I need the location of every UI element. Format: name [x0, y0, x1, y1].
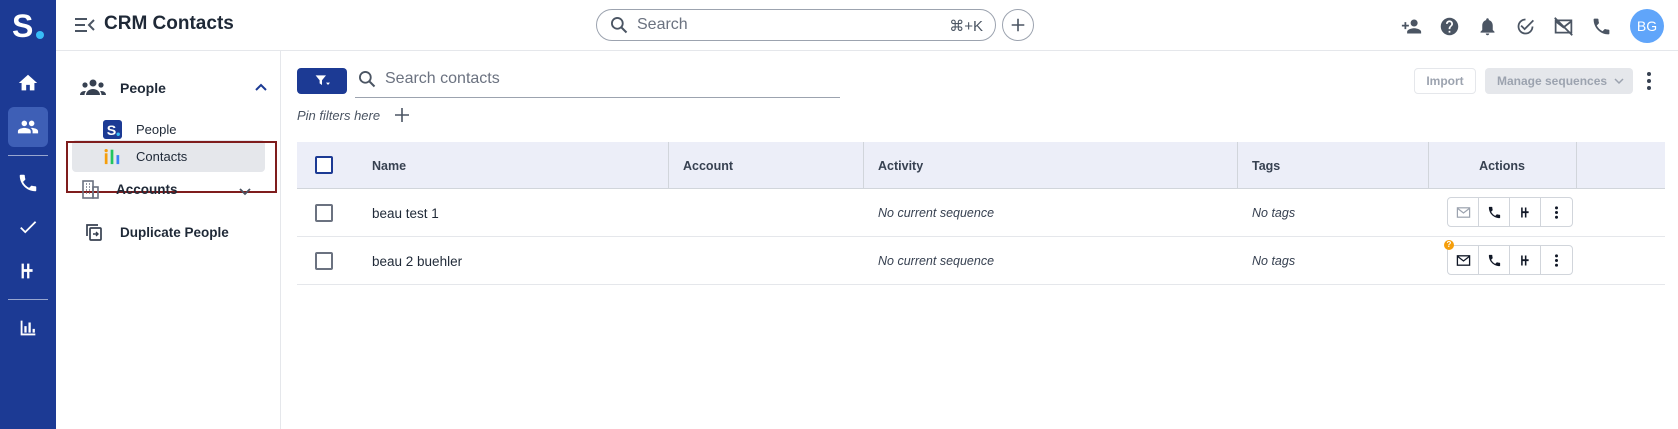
user-avatar[interactable]: BG: [1630, 9, 1664, 43]
people-icon[interactable]: [8, 107, 48, 147]
global-search-input[interactable]: Search ⌘+K: [596, 9, 996, 41]
sidebar-item-label: People: [136, 121, 177, 137]
row-checkbox[interactable]: [315, 252, 333, 270]
nav-group-people[interactable]: People: [80, 73, 270, 103]
row-more-button[interactable]: [1541, 198, 1572, 226]
contacts-table: Name Account Activity Tags Actions beau …: [297, 142, 1665, 285]
column-header-activity[interactable]: Activity: [878, 142, 923, 189]
mail-icon: [1456, 254, 1470, 266]
email-button[interactable]: [1448, 198, 1479, 226]
sequences-icon: [1520, 255, 1529, 265]
check-icon[interactable]: [8, 207, 48, 247]
pin-filters-row: Pin filters here: [297, 106, 410, 124]
app-logo[interactable]: S: [12, 6, 46, 46]
chevron-up-icon[interactable]: [252, 79, 270, 97]
duplicate-icon: [86, 224, 102, 241]
sidebar-item-label: Duplicate People: [120, 224, 229, 240]
filter-icon: [315, 75, 330, 85]
contact-tags: No tags: [1252, 206, 1296, 220]
column-divider: [668, 142, 669, 189]
row-checkbox[interactable]: [315, 204, 333, 222]
more-options-icon[interactable]: [1644, 69, 1654, 93]
svg-text:S: S: [106, 123, 116, 139]
contact-name[interactable]: beau 2 buehler: [372, 237, 462, 285]
contact-search-input[interactable]: Search contacts: [355, 63, 840, 98]
more-options-icon: [1555, 253, 1558, 267]
rail-divider: [8, 155, 48, 156]
nav-group-accounts-label: Accounts: [116, 181, 178, 197]
analytics-icon[interactable]: [8, 308, 48, 348]
contact-search-placeholder: Search contacts: [385, 70, 500, 87]
column-header-tags[interactable]: Tags: [1252, 142, 1280, 189]
help-icon[interactable]: [1438, 15, 1461, 38]
add-people-icon[interactable]: [1400, 15, 1423, 38]
search-placeholder: Search: [637, 16, 688, 33]
sequences-icon[interactable]: [8, 251, 48, 291]
sidebar-item-duplicate-people[interactable]: Duplicate People: [84, 217, 274, 247]
salesloft-logo-icon: S: [102, 119, 122, 139]
manage-sequences-button[interactable]: Manage sequences: [1485, 68, 1633, 94]
rail-divider: [8, 299, 48, 300]
logo-dot: [36, 31, 44, 39]
contact-tags: No tags: [1252, 254, 1296, 268]
pin-filters-label: Pin filters here: [297, 107, 381, 123]
contact-activity: No current sequence: [878, 206, 995, 220]
search-icon: [611, 17, 628, 34]
top-icons: BG: [1400, 8, 1664, 44]
search-shortcut: ⌘+K: [949, 18, 983, 35]
row-actions: [1447, 197, 1573, 227]
add-to-sequence-button[interactable]: [1510, 198, 1541, 226]
main-content: Search contacts Import Manage sequences …: [282, 51, 1678, 429]
email-button[interactable]: ?: [1444, 240, 1479, 274]
column-divider: [1576, 142, 1577, 189]
mail-icon: [1456, 206, 1470, 218]
bell-icon[interactable]: [1476, 15, 1499, 38]
column-header-actions: Actions: [1479, 158, 1525, 173]
column-header-account[interactable]: Account: [683, 142, 733, 189]
add-to-sequence-button[interactable]: [1510, 246, 1541, 274]
app-root: S CRM Contacts Search ⌘+K BG People S Pe…: [0, 0, 1678, 429]
call-button[interactable]: [1479, 198, 1510, 226]
column-divider: [863, 142, 864, 189]
phone-icon: [1488, 254, 1500, 266]
warning-badge: ?: [1444, 240, 1454, 250]
task-check-icon[interactable]: [1514, 15, 1537, 38]
contact-name[interactable]: beau test 1: [372, 189, 439, 237]
phone-icon: [1488, 206, 1500, 218]
dialer-phone-icon[interactable]: [1590, 15, 1613, 38]
page-title: CRM Contacts: [104, 13, 234, 34]
secondary-nav: People S People Contacts Accounts Duplic…: [56, 51, 281, 429]
phone-icon[interactable]: [8, 163, 48, 203]
plus-icon: [1011, 18, 1025, 32]
collapse-menu-icon[interactable]: [74, 15, 96, 35]
contact-activity: No current sequence: [878, 254, 995, 268]
search-icon: [359, 71, 376, 88]
top-bar: CRM Contacts Search ⌘+K BG: [56, 0, 1678, 51]
left-rail: S: [0, 0, 56, 429]
table-row[interactable]: beau test 1 No current sequence No tags: [297, 189, 1665, 237]
logo-letter: S: [12, 8, 34, 44]
row-actions: ?: [1444, 240, 1573, 275]
column-divider: [1237, 142, 1238, 189]
mail-off-icon[interactable]: [1552, 15, 1575, 38]
chevron-down-icon[interactable]: [236, 182, 254, 200]
people-group-icon: [80, 79, 106, 95]
nav-group-people-label: People: [120, 80, 166, 96]
table-row[interactable]: beau 2 buehler No current sequence No ta…: [297, 237, 1665, 285]
building-icon: [82, 180, 99, 199]
row-more-button[interactable]: [1541, 246, 1572, 274]
select-all-checkbox[interactable]: [315, 156, 333, 174]
filter-button[interactable]: [297, 68, 347, 94]
column-header-name[interactable]: Name: [372, 142, 406, 189]
chevron-down-icon: [1614, 78, 1624, 85]
table-header: Name Account Activity Tags Actions: [297, 142, 1665, 189]
import-button[interactable]: Import: [1414, 68, 1476, 94]
add-filter-icon[interactable]: [394, 107, 410, 123]
more-options-icon: [1555, 205, 1558, 219]
call-button[interactable]: [1479, 246, 1510, 274]
home-icon[interactable]: [8, 63, 48, 103]
create-button[interactable]: [1002, 9, 1034, 41]
manage-sequences-label: Manage sequences: [1497, 74, 1608, 88]
sequences-icon: [1520, 207, 1529, 217]
